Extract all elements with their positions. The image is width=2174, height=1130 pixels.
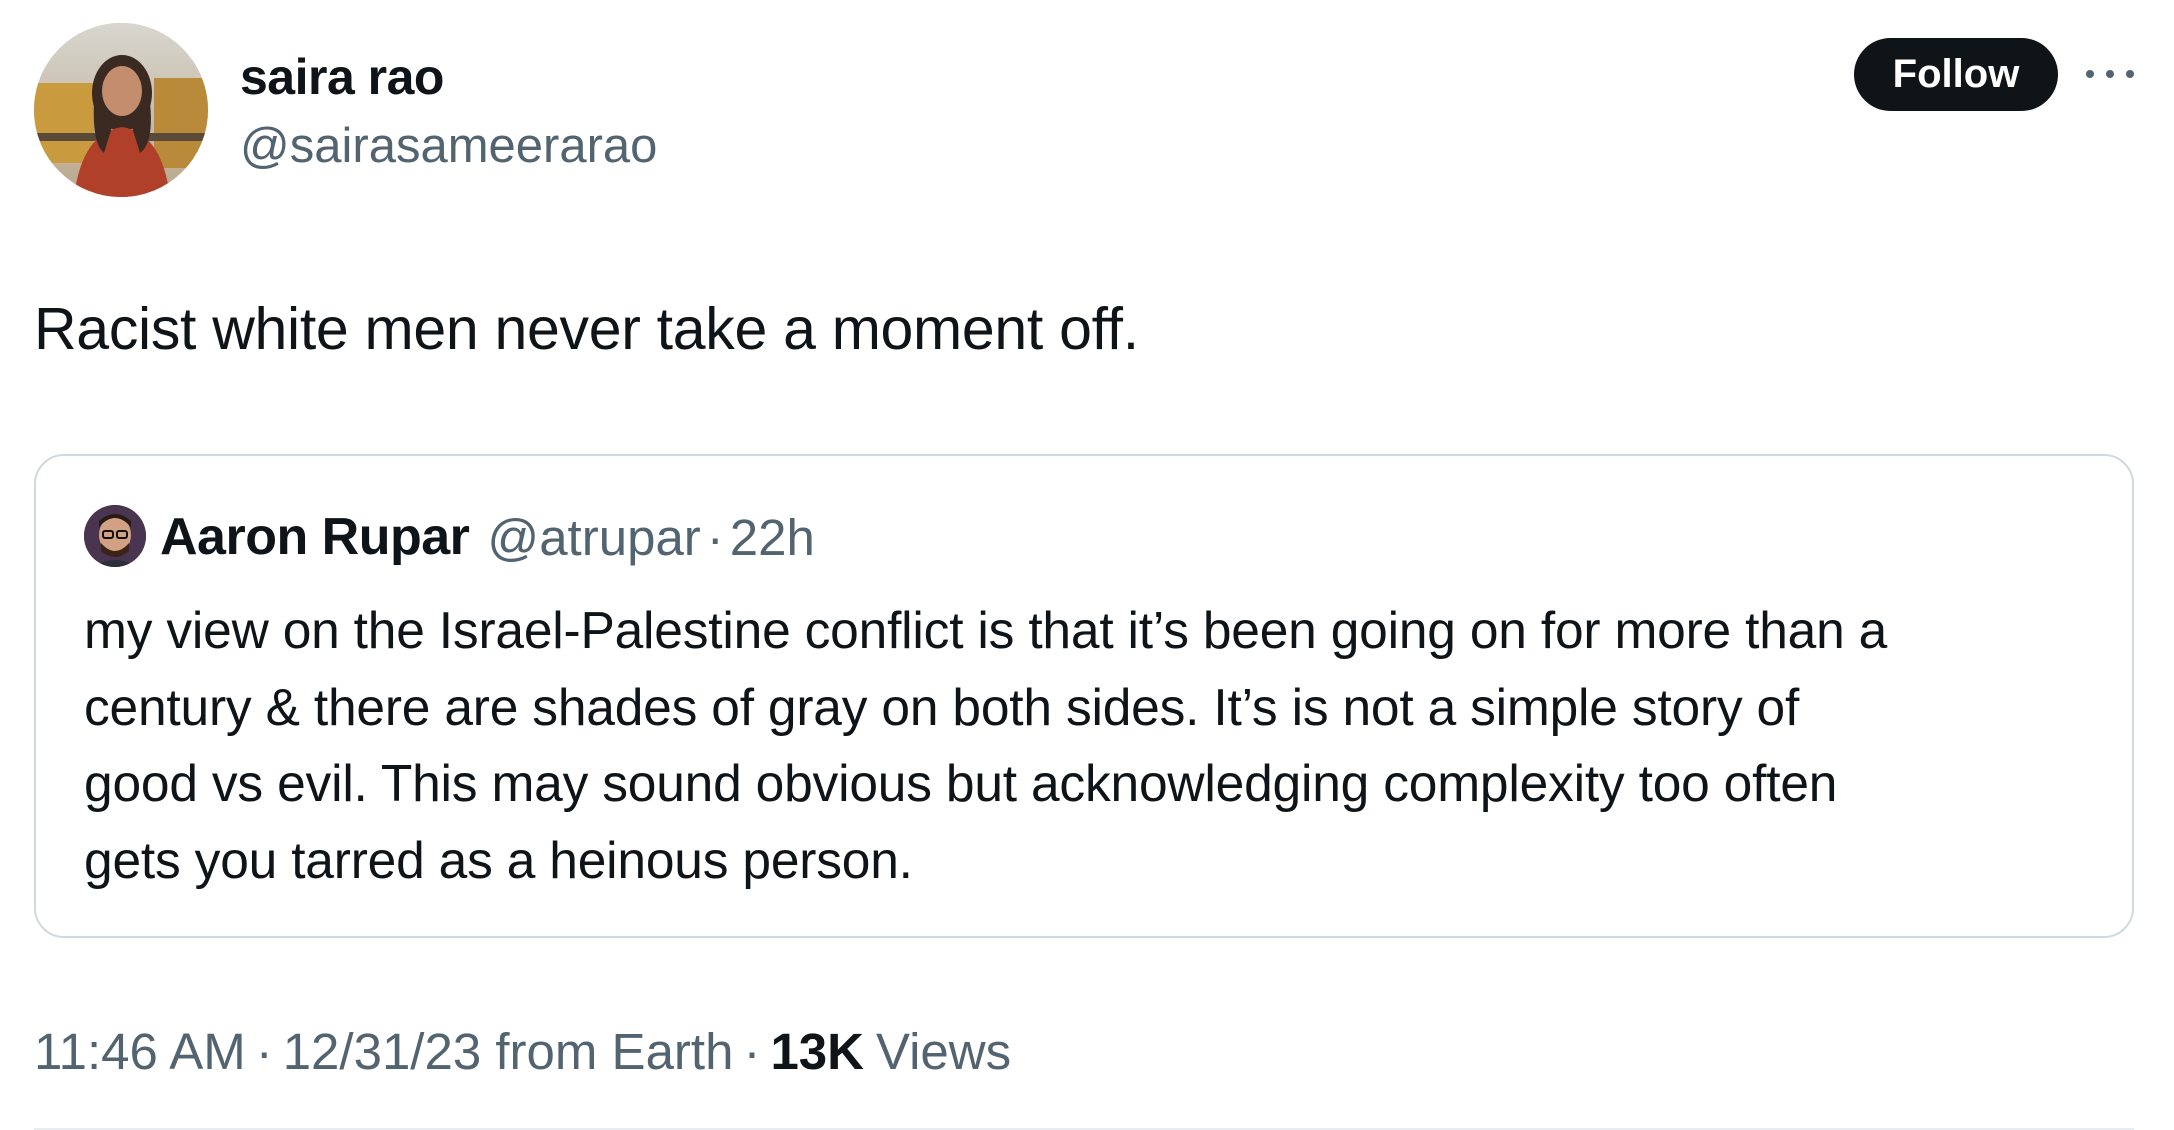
- quoted-separator: ·: [706, 508, 724, 566]
- tweet-meta: 11:46 AM · 12/31/23 from Earth · 13K Vie…: [34, 1022, 1011, 1081]
- more-dot: [2126, 70, 2134, 78]
- tweet-date-source[interactable]: 12/31/23 from Earth: [283, 1022, 734, 1081]
- tweet-time[interactable]: 11:46 AM: [34, 1022, 246, 1081]
- author-avatar[interactable]: [34, 23, 208, 197]
- quoted-tweet-header: Aaron Rupar @atrupar · 22h: [160, 505, 815, 569]
- quoted-author-name[interactable]: Aaron Rupar: [160, 507, 470, 567]
- quoted-text-line: gets you tarred as a heinous person.: [84, 830, 913, 889]
- quoted-text-line: my view on the Israel-Palestine conflict…: [84, 601, 1888, 659]
- quoted-tweet-text: my view on the Israel-Palestine conflict…: [84, 592, 2114, 898]
- more-horizontal-icon[interactable]: [2086, 62, 2134, 86]
- follow-button[interactable]: Follow: [1854, 38, 2058, 111]
- quoted-text-line: century & there are shades of gray on bo…: [84, 677, 1800, 736]
- author-display-name[interactable]: saira rao: [240, 48, 444, 106]
- more-dot: [2106, 70, 2114, 78]
- quoted-author-avatar-image: [84, 505, 146, 567]
- views-count: 13K: [770, 1023, 864, 1080]
- quoted-author-handle[interactable]: @atrupar: [487, 508, 700, 567]
- tweet-text: Racist white men never take a moment off…: [34, 296, 1139, 362]
- meta-separator: ·: [255, 1023, 273, 1080]
- author-avatar-image: [34, 23, 208, 197]
- meta-separator: ·: [743, 1023, 761, 1080]
- quoted-text-line: good vs evil. This may sound obvious but…: [84, 754, 1838, 812]
- views-label: Views: [876, 1023, 1012, 1080]
- author-handle[interactable]: @sairasameerarao: [240, 118, 657, 174]
- more-dot: [2086, 70, 2094, 78]
- quoted-timestamp[interactable]: 22h: [730, 508, 815, 567]
- quoted-author-avatar[interactable]: [84, 505, 146, 567]
- tweet-container: saira rao @sairasameerarao Follow Racist…: [0, 0, 2174, 1130]
